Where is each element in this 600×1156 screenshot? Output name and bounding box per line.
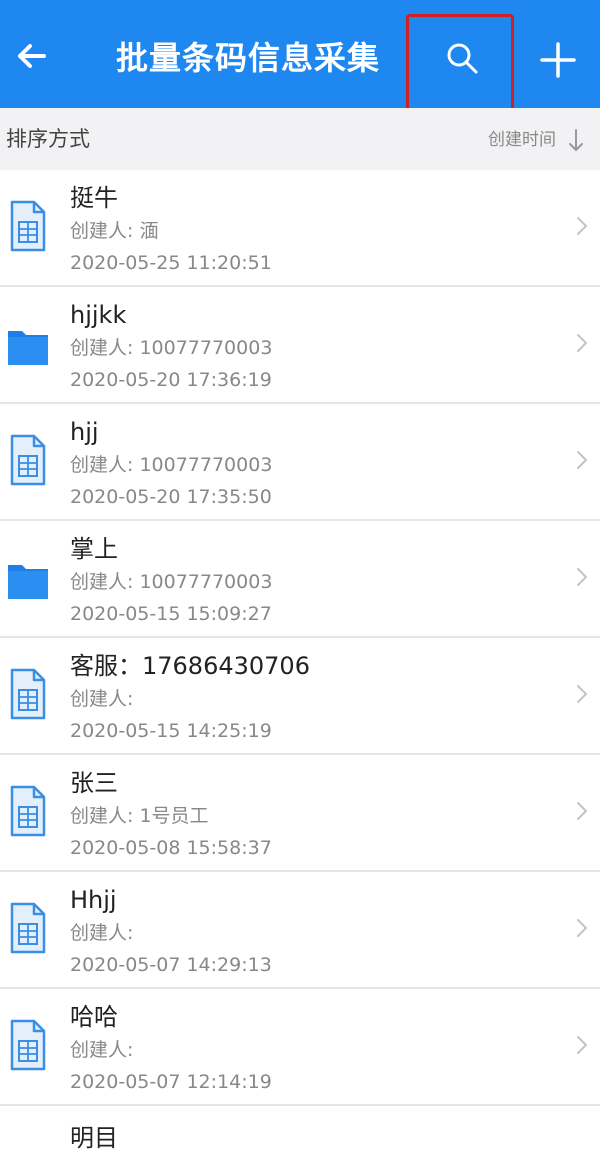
- sort-value[interactable]: 创建时间: [488, 128, 556, 152]
- file-icon: [10, 200, 46, 252]
- list-item-partial[interactable]: 明目: [0, 1116, 600, 1156]
- list-item[interactable]: 张三创建人: 1号员工 2020-05-08 15:58:37: [0, 755, 600, 872]
- chevron-right-icon: [577, 451, 587, 469]
- folder-icon: [8, 331, 48, 365]
- list-item[interactable]: 掌上创建人: 10077770003 2020-05-15 15:09:27: [0, 521, 600, 638]
- arrow-down-icon[interactable]: [566, 126, 586, 154]
- list-item-time: 2020-05-07 12:14:19: [70, 1071, 272, 1093]
- list-item[interactable]: hjjkk 创建人: 10077770003 2020-05-20 17:36:19: [0, 287, 600, 404]
- file-icon: [8, 668, 48, 720]
- sort-bar[interactable]: 排序方式 创建时间: [0, 108, 600, 170]
- list-item-creator: 创建人:: [70, 688, 134, 710]
- file-icon: [8, 785, 48, 837]
- file-icon: [10, 668, 46, 720]
- list-item-name: 哈哈: [70, 1003, 118, 1031]
- file-icon: [10, 785, 46, 837]
- list-item-creator: 创建人:: [70, 922, 134, 944]
- list-item-creator: 创建人: 10077770003: [70, 337, 273, 359]
- list-item-time: 2020-05-20 17:35:50: [70, 486, 272, 508]
- list-item[interactable]: 哈哈创建人: 2020-05-07 12:14:19: [0, 989, 600, 1106]
- list-item-name: Hhjj: [70, 886, 117, 914]
- list-item-creator: 创建人:: [70, 1039, 134, 1061]
- list-item-time: 2020-05-08 15:58:37: [70, 837, 272, 859]
- file-icon: [8, 1019, 48, 1071]
- list-item-name: 明目: [70, 1124, 118, 1152]
- file-icon: [10, 902, 46, 954]
- chevron-right-icon: [577, 217, 587, 235]
- list-item-creator: 创建人: 10077770003: [70, 571, 273, 593]
- file-icon: [10, 434, 46, 486]
- list-item-name: 掌上: [70, 535, 118, 563]
- list-item-creator: 创建人: 10077770003: [70, 454, 273, 476]
- chevron-right-icon: [577, 802, 587, 820]
- folder-icon: [8, 551, 48, 603]
- chevron-right-icon: [577, 334, 587, 352]
- folder-icon: [8, 565, 48, 599]
- list-item-name: hjjkk: [70, 301, 127, 329]
- list-item-time: 2020-05-15 14:25:19: [70, 720, 272, 742]
- list-item[interactable]: Hhjj 创建人: 2020-05-07 14:29:13: [0, 872, 600, 989]
- folder-icon: [8, 317, 48, 369]
- plus-icon[interactable]: [538, 40, 578, 80]
- chevron-right-icon: [577, 568, 587, 586]
- list-item-creator: 创建人: 湎: [70, 220, 159, 242]
- list-item-name: 张三: [70, 769, 118, 797]
- list-item[interactable]: 客服：17686430706 创建人: 2020-05-15 14:25:19: [0, 638, 600, 755]
- search-highlight-box: [406, 14, 514, 120]
- file-icon: [8, 200, 48, 252]
- list-item[interactable]: 挺牛创建人: 湎 2020-05-25 11:20:51: [0, 170, 600, 287]
- list-item-name: hjj: [70, 418, 99, 446]
- list-item-time: 2020-05-20 17:36:19: [70, 369, 272, 391]
- list-item[interactable]: hjj 创建人: 10077770003 2020-05-20 17:35:50: [0, 404, 600, 521]
- list-item-creator: 创建人: 1号员工: [70, 805, 209, 827]
- chevron-right-icon: [577, 1036, 587, 1054]
- file-icon: [8, 434, 48, 486]
- sort-label: 排序方式: [6, 127, 90, 151]
- list-item-time: 2020-05-25 11:20:51: [70, 252, 272, 274]
- chevron-right-icon: [577, 685, 587, 703]
- file-icon: [10, 1019, 46, 1071]
- file-icon: [8, 902, 48, 954]
- list-item-time: 2020-05-07 14:29:13: [70, 954, 272, 976]
- list-item-name: 挺牛: [70, 184, 118, 212]
- list-item-time: 2020-05-15 15:09:27: [70, 603, 272, 625]
- chevron-right-icon: [577, 919, 587, 937]
- record-list: 挺牛创建人: 湎 2020-05-25 11:20:51 hjjkk 创建人: 10…: [0, 170, 600, 1106]
- list-item-name: 客服：17686430706: [70, 652, 310, 680]
